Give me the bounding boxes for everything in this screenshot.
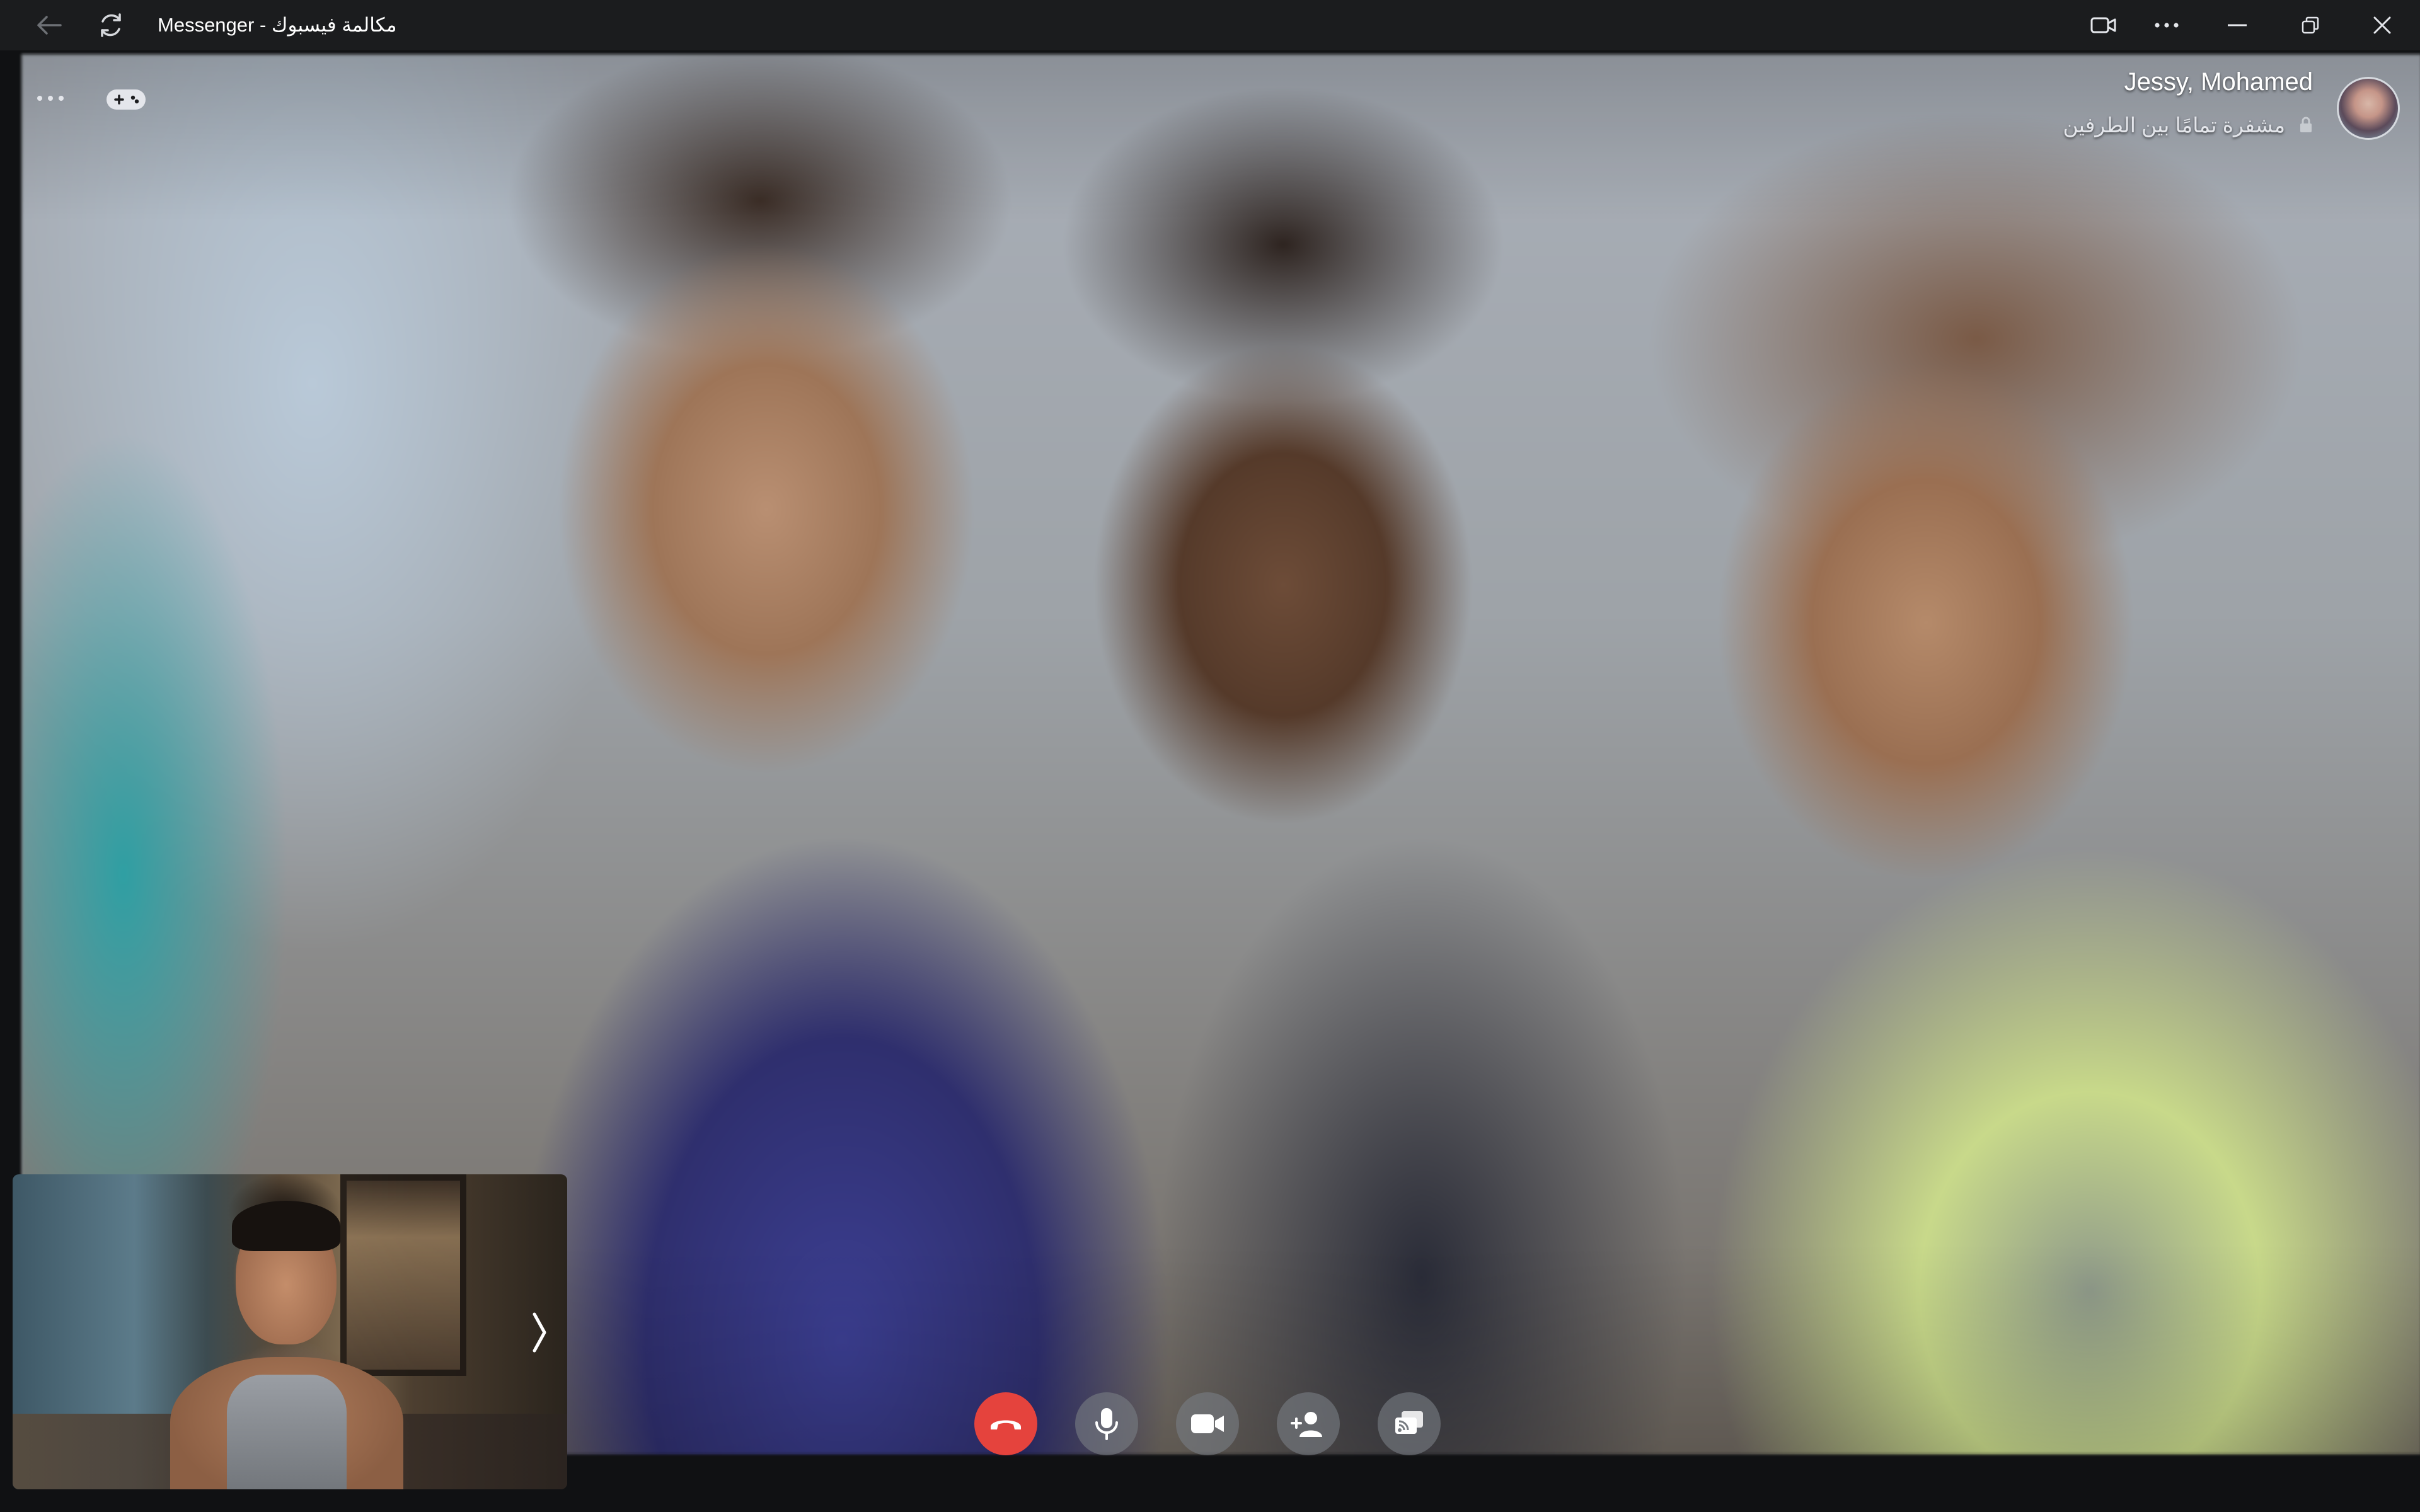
add-person-button[interactable] bbox=[1277, 1392, 1340, 1455]
caller-avatar[interactable] bbox=[2337, 77, 2400, 140]
end-call-icon bbox=[991, 1420, 1021, 1429]
self-view-background-frame bbox=[340, 1174, 466, 1376]
encryption-status: مشفرة تمامًا بين الطرفين bbox=[2063, 111, 2313, 139]
self-view-video[interactable] bbox=[13, 1174, 567, 1489]
back-button[interactable] bbox=[24, 0, 74, 50]
game-controller-icon bbox=[107, 89, 146, 110]
games-button[interactable] bbox=[103, 86, 149, 113]
call-participants: Jessy, Mohamed bbox=[2124, 68, 2313, 96]
end-call-button[interactable] bbox=[974, 1392, 1037, 1455]
self-view-person-shirt bbox=[227, 1375, 347, 1489]
self-view-person-hair bbox=[232, 1201, 340, 1251]
restore-button[interactable] bbox=[2285, 0, 2336, 50]
close-button[interactable] bbox=[2357, 0, 2407, 50]
close-icon bbox=[2373, 16, 2391, 34]
minimize-icon bbox=[2228, 24, 2247, 26]
more-horizontal-icon bbox=[2155, 23, 2179, 28]
call-options-button[interactable] bbox=[32, 86, 69, 111]
minimize-button[interactable] bbox=[2212, 0, 2262, 50]
chevron-right-icon bbox=[533, 1312, 546, 1353]
microphone-icon bbox=[1095, 1408, 1118, 1440]
microphone-button[interactable] bbox=[1075, 1392, 1138, 1455]
title-bar: Messenger - مكالمة فيسبوك bbox=[0, 0, 2420, 50]
add-person-icon bbox=[1291, 1412, 1322, 1437]
share-screen-button[interactable] bbox=[1378, 1392, 1441, 1455]
call-controls bbox=[974, 1392, 1441, 1455]
share-screen-icon bbox=[1395, 1411, 1423, 1434]
restore-icon bbox=[2302, 16, 2319, 34]
window-title: Messenger - مكالمة فيسبوك bbox=[158, 14, 397, 36]
self-view-collapse-button[interactable] bbox=[527, 1310, 552, 1354]
camera-button[interactable] bbox=[1176, 1392, 1239, 1455]
more-options-icon bbox=[37, 96, 64, 101]
refresh-icon bbox=[101, 13, 121, 37]
encryption-text: مشفرة تمامًا بين الطرفين bbox=[2063, 113, 2285, 137]
video-call-button[interactable] bbox=[2078, 0, 2129, 50]
refresh-button[interactable] bbox=[86, 0, 136, 50]
back-arrow-icon bbox=[37, 16, 62, 35]
camera-icon bbox=[1191, 1414, 1224, 1433]
more-button[interactable] bbox=[2141, 0, 2192, 50]
lock-icon bbox=[2300, 117, 2312, 132]
video-camera-icon bbox=[2090, 17, 2116, 33]
